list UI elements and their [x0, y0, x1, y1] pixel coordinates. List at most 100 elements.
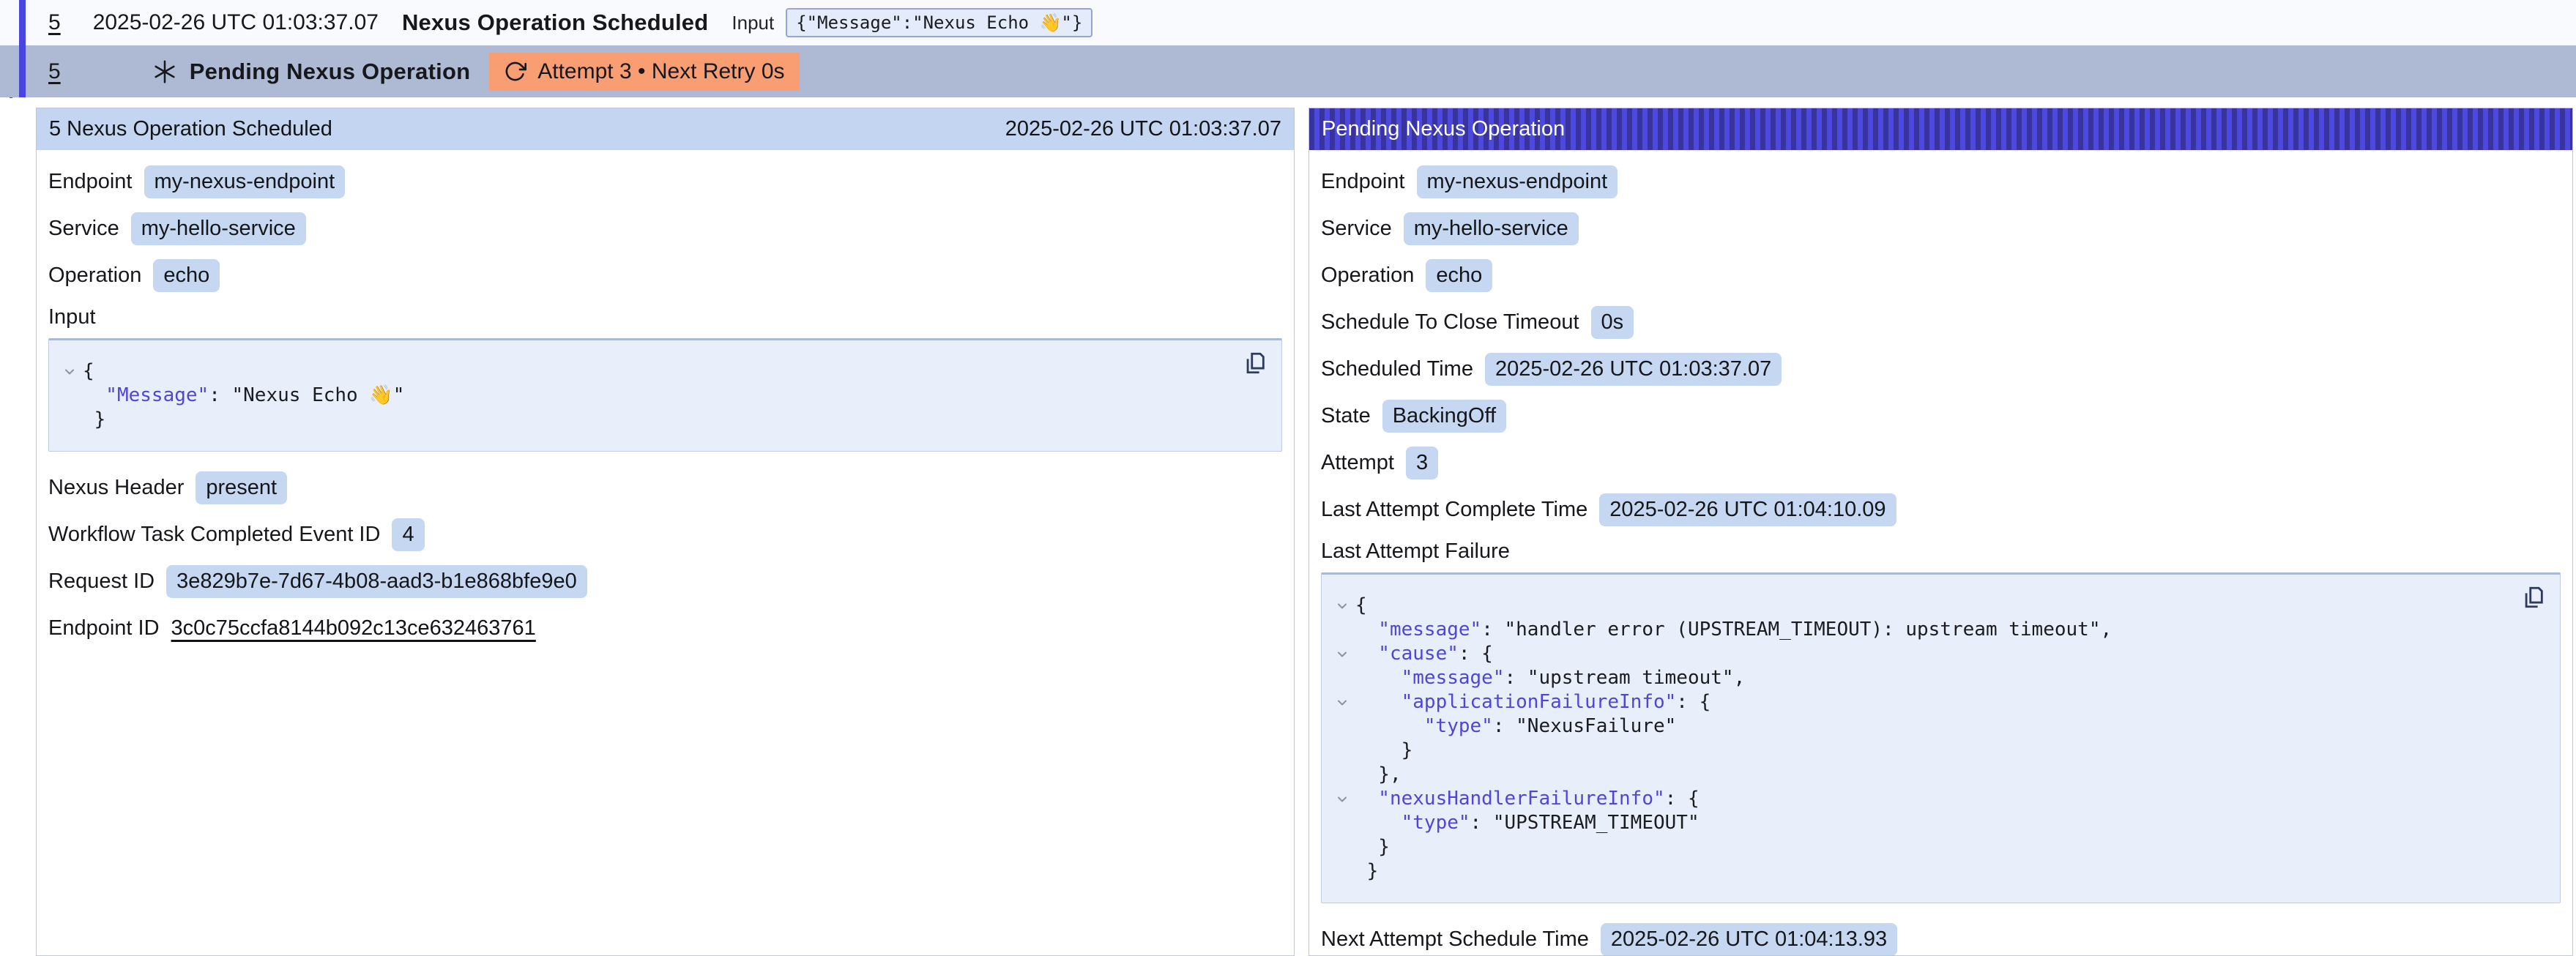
field-label: Endpoint [1321, 170, 1405, 194]
field-value-chip: 2025-02-26 UTC 01:04:10.09 [1599, 493, 1896, 526]
code-text: "Message": "Nexus Echo 👋" [83, 384, 404, 408]
pending-operation-panel-title: Pending Nexus Operation [1322, 117, 1565, 141]
code-text: { [83, 359, 94, 384]
event-detail-panel-header: 5 Nexus Operation Scheduled 2025-02-26 U… [37, 108, 1294, 150]
collapse-chevron-icon[interactable] [1329, 599, 1355, 613]
field-value-chip: my-nexus-endpoint [1417, 165, 1618, 198]
field-row: Operationecho [1321, 258, 2561, 293]
event-id-link[interactable]: 5 [48, 10, 61, 35]
copy-failure-button[interactable] [2520, 585, 2547, 611]
code-line: "Message": "Nexus Echo 👋" [56, 384, 1223, 408]
field-label: Last Attempt Complete Time [1321, 498, 1587, 522]
field-label: Request ID [48, 570, 155, 594]
code-text: { [1355, 594, 1367, 618]
code-text: }, [1355, 763, 1401, 787]
code-line: } [1329, 835, 2501, 859]
code-line: }, [1329, 763, 2501, 787]
field-value-chip: 0s [1591, 306, 1634, 339]
field-row: Operation echo [48, 258, 1282, 293]
field-label: State [1321, 404, 1371, 428]
code-line: "type": "UPSTREAM_TIMEOUT" [1329, 811, 2501, 835]
timeline-active-bar [19, 0, 26, 97]
field-row: Service my-hello-service [48, 212, 1282, 246]
field-label: Endpoint [48, 170, 133, 194]
code-line: "type": "NexusFailure" [1329, 714, 2501, 739]
field-label: Schedule To Close Timeout [1321, 310, 1579, 335]
code-line: { [56, 359, 1223, 384]
input-code-block: {"Message": "Nexus Echo 👋"} [48, 338, 1282, 452]
copy-icon [1243, 351, 1267, 376]
field-row: Attempt 3 [1321, 446, 2561, 480]
event-detail-panel-title: 5 Nexus Operation Scheduled [49, 117, 332, 141]
field-label: Nexus Header [48, 476, 184, 500]
input-inline-chip: {"Message":"Nexus Echo 👋"} [786, 8, 1092, 37]
copy-input-button[interactable] [1242, 351, 1268, 377]
collapse-chevron-icon[interactable] [1329, 695, 1355, 710]
code-text: } [83, 408, 105, 432]
field-row: Endpoint ID 3c0c75ccfa8144b092c13ce632463… [48, 611, 1282, 646]
code-text: } [1355, 859, 1378, 884]
copy-icon [2521, 585, 2546, 610]
field-row: Nexus Headerpresent [48, 471, 1282, 505]
field-label: Attempt [1321, 451, 1394, 475]
pending-event-title: Pending Nexus Operation [190, 59, 471, 85]
field-value-chip: 2025-02-26 UTC 01:04:13.93 [1601, 923, 1897, 956]
pending-operation-fields-top: Endpoint my-nexus-endpoint Service my-hello… [1321, 165, 2561, 527]
code-line: "message": "upstream timeout", [1329, 666, 2501, 690]
retry-attempt-badge: Attempt 3 • Next Retry 0s [489, 53, 799, 91]
code-line: } [56, 408, 1223, 432]
pending-operation-panel-header: Pending Nexus Operation [1309, 108, 2572, 150]
field-row: Workflow Task Completed Event ID4 [48, 518, 1282, 552]
collapse-chevron-icon[interactable] [1329, 647, 1355, 662]
event-row-pending[interactable]: 5 Pending Nexus Operation Attempt 3 • Ne… [0, 45, 2576, 97]
code-line: } [1329, 859, 2501, 884]
failure-section-label: Last Attempt Failure [1321, 539, 2561, 564]
collapse-chevron-icon[interactable] [1329, 792, 1355, 807]
event-timestamp: 2025-02-26 UTC 01:03:37.07 [93, 10, 379, 35]
code-text: "message": "handler error (UPSTREAM_TIME… [1355, 618, 2112, 642]
field-row: Next Attempt Schedule Time 2025-02-26 UTC… [1321, 922, 2561, 956]
code-line: { [1329, 594, 2501, 618]
collapse-chevron-icon[interactable] [56, 365, 83, 379]
code-text: "type": "UPSTREAM_TIMEOUT" [1355, 811, 1700, 835]
field-label: Next Attempt Schedule Time [1321, 927, 1589, 952]
field-value-chip: 4 [392, 518, 424, 551]
code-line: "message": "handler error (UPSTREAM_TIME… [1329, 618, 2501, 642]
field-label: Service [48, 217, 119, 241]
field-row: Request ID3e829b7e-7d67-4b08-aad3-b1e868… [48, 564, 1282, 599]
retry-badge-text: Attempt 3 • Next Retry 0s [537, 59, 784, 84]
field-label: Scheduled Time [1321, 357, 1473, 381]
field-row: Endpoint my-nexus-endpoint [1321, 165, 2561, 199]
code-line: "applicationFailureInfo": { [1329, 690, 2501, 714]
pending-event-id-link[interactable]: 5 [48, 59, 61, 84]
field-label: Service [1321, 217, 1392, 241]
field-value-chip: BackingOff [1382, 400, 1506, 433]
field-value-chip: my-nexus-endpoint [144, 165, 346, 198]
pending-operation-fields-bottom: Next Attempt Schedule Time 2025-02-26 UTC… [1321, 922, 2561, 956]
code-line: "cause": { [1329, 642, 2501, 666]
code-text: } [1355, 739, 1412, 763]
event-detail-panel: 5 Nexus Operation Scheduled 2025-02-26 U… [36, 108, 1295, 956]
field-value-chip: 2025-02-26 UTC 01:03:37.07 [1485, 353, 1782, 386]
field-value-chip: echo [153, 259, 220, 292]
event-title: Nexus Operation Scheduled [402, 10, 708, 36]
field-value-chip: my-hello-service [131, 212, 306, 245]
field-value-chip: my-hello-service [1404, 212, 1579, 245]
field-row: Schedule To Close Timeout 0s [1321, 305, 2561, 340]
pending-asterisk-icon [152, 59, 178, 85]
code-text: "message": "upstream timeout", [1355, 666, 1745, 690]
field-label: Endpoint ID [48, 616, 160, 641]
field-label: Operation [48, 264, 141, 288]
input-section-label: Input [48, 305, 1282, 329]
code-text: "applicationFailureInfo": { [1355, 690, 1710, 714]
event-row-scheduled[interactable]: 5 2025-02-26 UTC 01:03:37.07 Nexus Opera… [0, 0, 2576, 45]
pending-operation-panel: Pending Nexus Operation Endpoint my-nexus… [1309, 108, 2573, 956]
field-value-chip: 3 [1406, 447, 1438, 479]
field-row: Endpoint my-nexus-endpoint [48, 165, 1282, 199]
code-text: "nexusHandlerFailureInfo": { [1355, 787, 1700, 811]
field-value-link[interactable]: 3c0c75ccfa8144b092c13ce632463761 [171, 616, 536, 641]
input-inline-label: Input [732, 12, 774, 34]
code-text: "cause": { [1355, 642, 1493, 666]
field-row: Service my-hello-service [1321, 212, 2561, 246]
retry-icon [504, 60, 526, 83]
